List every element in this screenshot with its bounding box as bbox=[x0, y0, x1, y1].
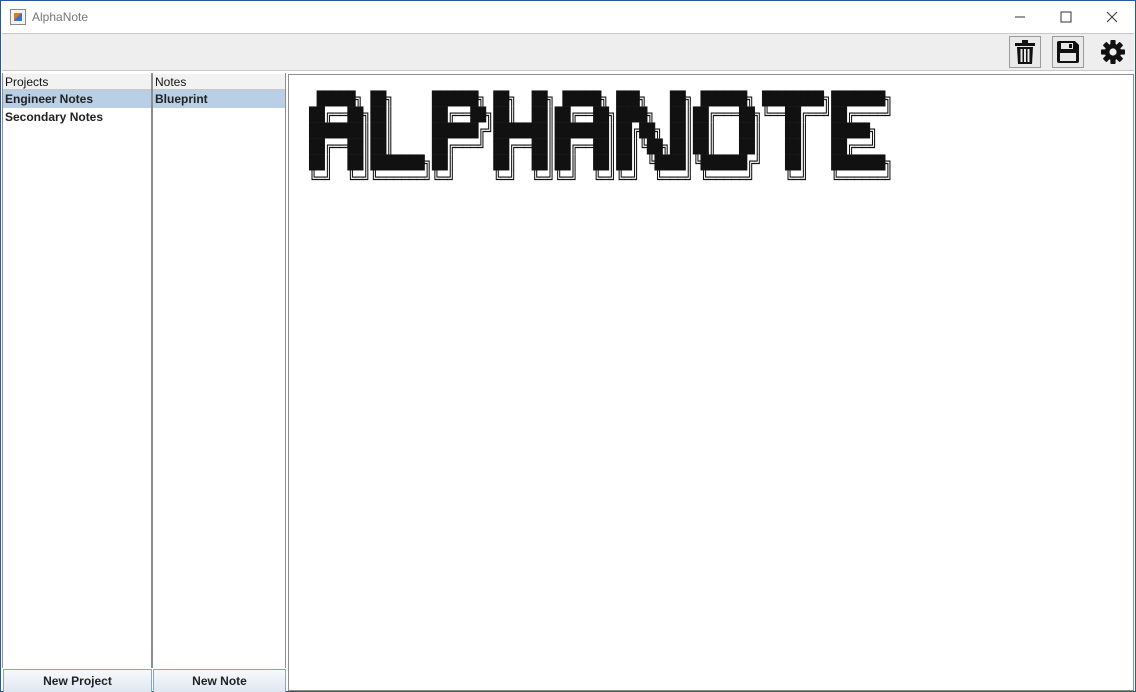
project-item-secondary-notes[interactable]: Secondary Notes bbox=[3, 108, 151, 126]
minimize-icon bbox=[1015, 16, 1025, 17]
new-project-button[interactable]: New Project bbox=[3, 669, 152, 692]
app-window: AlphaNote Projects Engineer Notes Second… bbox=[0, 0, 1136, 692]
delete-button[interactable] bbox=[1009, 36, 1041, 68]
projects-list[interactable]: Engineer Notes Secondary Notes bbox=[3, 90, 151, 126]
java-app-icon bbox=[10, 8, 26, 25]
new-note-button[interactable]: New Note bbox=[153, 669, 286, 692]
project-item-engineer-notes[interactable]: Engineer Notes bbox=[3, 90, 151, 108]
projects-panel bbox=[2, 73, 152, 668]
minimize-button[interactable] bbox=[997, 1, 1043, 32]
window-title: AlphaNote bbox=[32, 9, 89, 24]
close-button[interactable] bbox=[1089, 1, 1135, 32]
notes-panel bbox=[152, 73, 286, 668]
note-editor[interactable]: █████╗ ██╗ ██████╗ ██╗ ██╗ █████╗ ███╗ █… bbox=[288, 74, 1134, 691]
title-bar[interactable]: AlphaNote bbox=[1, 1, 1135, 32]
save-button[interactable] bbox=[1052, 36, 1084, 68]
window-controls bbox=[997, 1, 1135, 32]
note-item-blueprint[interactable]: Blueprint bbox=[153, 90, 285, 108]
maximize-icon bbox=[1060, 11, 1072, 22]
floppy-disk-icon bbox=[1057, 41, 1079, 63]
maximize-button[interactable] bbox=[1043, 1, 1089, 32]
gear-icon bbox=[1101, 40, 1125, 64]
editor-text[interactable]: █████╗ ██╗ ██████╗ ██╗ ██╗ █████╗ ███╗ █… bbox=[309, 91, 893, 187]
toolbar bbox=[2, 33, 1134, 71]
projects-header: Projects bbox=[3, 74, 151, 90]
settings-button[interactable] bbox=[1097, 36, 1129, 68]
close-icon bbox=[1106, 11, 1118, 22]
notes-header: Notes bbox=[153, 74, 285, 90]
trash-icon bbox=[1015, 40, 1035, 64]
notes-list[interactable]: Blueprint bbox=[153, 90, 285, 108]
